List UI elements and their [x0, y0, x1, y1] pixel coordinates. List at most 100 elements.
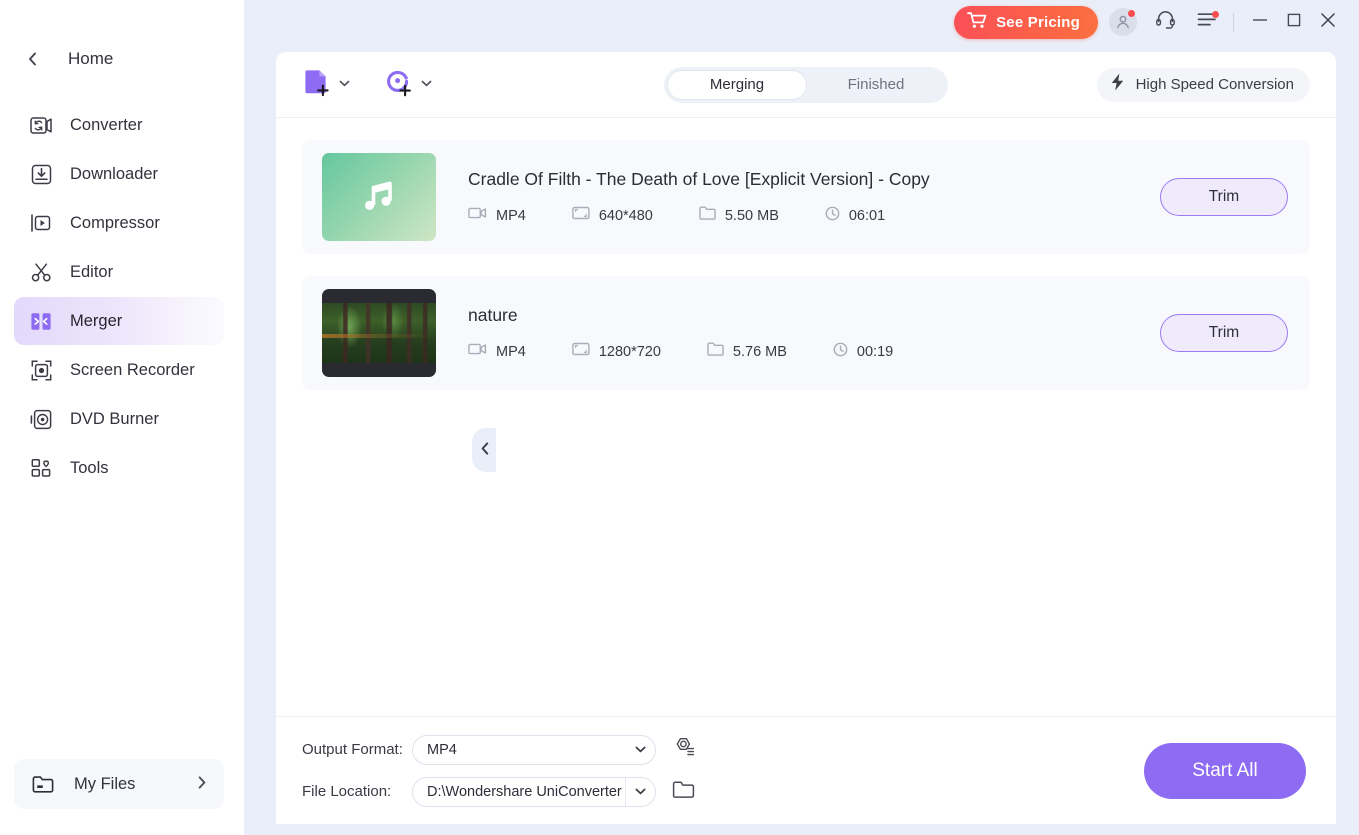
converter-icon — [28, 113, 54, 137]
chevron-down-icon — [625, 746, 655, 753]
my-files-label: My Files — [74, 774, 136, 793]
meta-duration-text: 06:01 — [848, 207, 886, 224]
close-icon — [1319, 11, 1337, 34]
meta-duration: 00:19 — [833, 342, 893, 362]
high-speed-conversion-button[interactable]: High Speed Conversion — [1096, 67, 1310, 102]
sidebar-my-files[interactable]: My Files — [14, 759, 224, 809]
output-settings: Output Format: MP4 File Location: D:\Won… — [302, 734, 700, 807]
trim-button[interactable]: Trim — [1160, 178, 1288, 216]
folder-open-icon — [672, 780, 695, 804]
sidebar-item-label: DVD Burner — [70, 409, 159, 428]
file-location-label: File Location: — [302, 783, 392, 800]
meta-resolution-text: 1280*720 — [598, 343, 661, 360]
title-bar: See Pricing — [244, 0, 1359, 44]
tab-merging[interactable]: Merging — [667, 69, 807, 100]
meta-format: MP4 — [468, 342, 526, 361]
meta-resolution: 640*480 — [572, 206, 653, 225]
sidebar-item-label: Downloader — [70, 164, 159, 183]
output-format-label: Output Format: — [302, 741, 403, 758]
browse-folder-button[interactable] — [666, 777, 700, 807]
uniconverter-window: Home Converter Downloader Compressor Edi… — [0, 0, 1359, 835]
meta-duration-text: 00:19 — [856, 343, 894, 360]
meta-duration: 06:01 — [825, 206, 885, 226]
content-card: Merging Finished High Speed Conversion C… — [276, 52, 1336, 824]
output-settings-button[interactable] — [666, 735, 700, 765]
folder-icon — [699, 206, 716, 225]
add-disc-icon — [384, 67, 414, 102]
sidebar-item-screen-recorder[interactable]: Screen Recorder — [14, 346, 224, 394]
account-button[interactable] — [1106, 5, 1140, 39]
trim-button-label: Trim — [1208, 188, 1240, 205]
download-icon — [28, 162, 54, 186]
maximize-icon — [1286, 12, 1302, 33]
sidebar-home[interactable]: Home — [0, 36, 244, 82]
minimize-icon — [1251, 13, 1269, 32]
titlebar-divider — [1233, 12, 1234, 32]
maximize-button[interactable] — [1277, 5, 1311, 39]
sidebar: Home Converter Downloader Compressor Edi… — [0, 0, 244, 835]
meta-size: 5.76 MB — [707, 342, 787, 361]
sidebar-home-label: Home — [68, 49, 114, 68]
my-files-section: My Files — [0, 759, 244, 835]
meta-size-text: 5.76 MB — [732, 343, 787, 360]
meta-format-text: MP4 — [496, 343, 526, 360]
file-title: Cradle Of Filth - The Death of Love [Exp… — [468, 168, 930, 189]
video-camera-icon — [468, 206, 487, 225]
chevron-down-icon — [625, 777, 655, 806]
output-format-row: Output Format: MP4 — [302, 734, 700, 765]
menu-badge — [1212, 11, 1219, 18]
sidebar-item-label: Merger — [70, 311, 123, 330]
sidebar-item-merger[interactable]: Merger — [14, 297, 224, 345]
add-file-button[interactable] — [302, 67, 350, 102]
trim-button[interactable]: Trim — [1160, 314, 1288, 352]
menu-button[interactable] — [1190, 5, 1224, 39]
file-info: nature MP4 1280*720 5.76 MB 00:19 — [468, 305, 1160, 362]
sidebar-item-dvd-burner[interactable]: DVD Burner — [14, 395, 224, 443]
meta-format-text: MP4 — [496, 207, 526, 224]
sidebar-item-downloader[interactable]: Downloader — [14, 150, 224, 198]
add-disc-button[interactable] — [384, 67, 432, 102]
folder-icon — [707, 342, 724, 361]
see-pricing-button[interactable]: See Pricing — [954, 5, 1098, 39]
sidebar-item-compressor[interactable]: Compressor — [14, 199, 224, 247]
chevron-down-icon — [421, 79, 432, 90]
file-row[interactable]: Cradle Of Filth - The Death of Love [Exp… — [302, 140, 1310, 254]
file-info: Cradle Of Filth - The Death of Love [Exp… — [468, 169, 1160, 226]
chevron-left-icon — [22, 52, 42, 66]
file-location-row: File Location: D:\Wondershare UniConvert… — [302, 776, 700, 807]
meta-size: 5.50 MB — [699, 206, 779, 225]
folder-icon — [30, 772, 56, 796]
output-format-select[interactable]: MP4 — [412, 734, 656, 765]
file-location-select[interactable]: D:\Wondershare UniConverter 1 — [412, 776, 656, 807]
file-row[interactable]: nature MP4 1280*720 5.76 MB 00:19 Trim — [302, 276, 1310, 390]
start-all-button[interactable]: Start All — [1144, 742, 1306, 799]
file-list: Cradle Of Filth - The Death of Love [Exp… — [276, 118, 1336, 716]
tools-icon — [28, 456, 54, 480]
support-button[interactable] — [1148, 5, 1182, 39]
sidebar-item-label: Editor — [70, 262, 114, 281]
meta-resolution-text: 640*480 — [598, 207, 653, 224]
file-meta: MP4 1280*720 5.76 MB 00:19 — [468, 342, 1160, 362]
meta-size-text: 5.50 MB — [724, 207, 779, 224]
trim-button-label: Trim — [1208, 324, 1240, 341]
sidebar-item-editor[interactable]: Editor — [14, 248, 224, 296]
headset-icon — [1155, 9, 1176, 35]
see-pricing-label: See Pricing — [996, 13, 1080, 31]
tab-finished[interactable]: Finished — [807, 70, 945, 100]
file-thumbnail-audio — [322, 153, 436, 241]
file-thumbnail-video — [322, 289, 436, 377]
sidebar-item-converter[interactable]: Converter — [14, 101, 224, 149]
card-toolbar: Merging Finished High Speed Conversion — [276, 52, 1336, 118]
close-button[interactable] — [1311, 5, 1345, 39]
lightning-icon — [1108, 72, 1127, 97]
chevron-down-icon — [339, 79, 350, 90]
sidebar-item-label: Tools — [70, 458, 109, 477]
thumbnail-image — [322, 303, 436, 363]
chevron-left-icon — [481, 442, 489, 458]
cart-icon — [967, 11, 987, 34]
resolution-frame-icon — [572, 206, 590, 225]
high-speed-conversion-label: High Speed Conversion — [1135, 76, 1294, 93]
sidebar-item-tools[interactable]: Tools — [14, 444, 224, 492]
sidebar-collapse-handle[interactable] — [472, 428, 496, 472]
minimize-button[interactable] — [1243, 5, 1277, 39]
